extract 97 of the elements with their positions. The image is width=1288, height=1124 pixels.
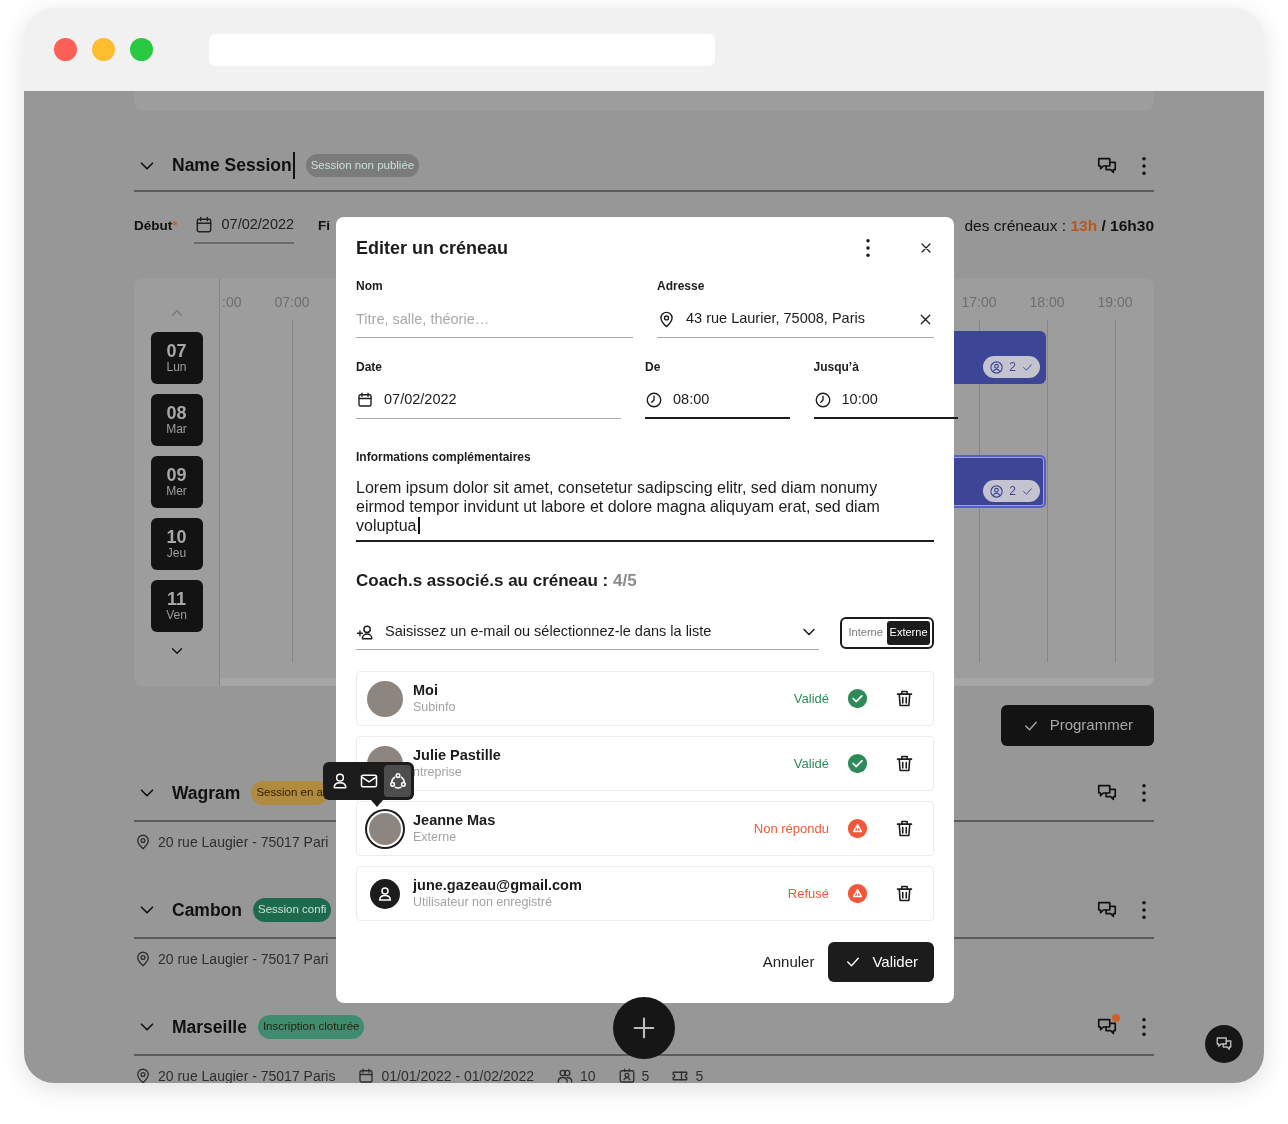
start-date-field[interactable]: 07/02/2022 [193, 208, 295, 244]
coach-name: june.gazeau@gmail.com [413, 876, 583, 894]
field-label: De [645, 359, 662, 376]
status-badge: Session confi [253, 898, 332, 922]
location-pin-icon [134, 833, 152, 851]
day-button[interactable]: 11 Ven [150, 580, 203, 632]
time-input[interactable]: 10:00 [841, 388, 958, 411]
kebab-icon [866, 239, 870, 257]
attendee-count: 2 [1009, 483, 1016, 500]
more-button[interactable] [1142, 1018, 1146, 1036]
calendar-icon [357, 1067, 376, 1083]
status-label: Non répondu [753, 819, 829, 838]
address-field[interactable]: 43 rue Laurier, 75008, Paris [657, 301, 934, 338]
session-title: Name Session [172, 152, 295, 179]
coach-subinfo: Utilisateur non enregistré [413, 894, 553, 911]
trash-icon [894, 753, 915, 774]
date-field[interactable]: 07/02/2022 [356, 382, 621, 419]
session-title: Wagram [172, 781, 241, 805]
calendar-icon [356, 391, 374, 409]
start-label: Début* [134, 216, 178, 235]
delete-button[interactable] [894, 688, 915, 709]
delete-button[interactable] [894, 818, 915, 839]
coach-search-input[interactable]: Saisissez un e-mail ou sélectionnez-le dans la liste [385, 621, 790, 643]
day-button[interactable]: 07 Lun [150, 332, 203, 384]
clock-icon [813, 390, 832, 409]
address-input[interactable]: 43 rue Laurier, 75008, Paris [686, 308, 907, 330]
session-address: 20 rue Laugier - 75017 Pari [158, 949, 329, 969]
location-pin-icon [134, 1067, 152, 1083]
coach-search-field[interactable]: Saisissez un e-mail ou sélectionnez-le dans la liste [356, 615, 820, 650]
more-button[interactable] [1142, 156, 1146, 175]
kebab-icon [1142, 901, 1146, 919]
session-title: Marseille [172, 1015, 247, 1039]
end-time-field[interactable]: 10:00 [813, 382, 958, 419]
end-label: Fi [318, 216, 331, 235]
coach-name: Moi [413, 681, 439, 699]
coach-name: Jeanne Mas [413, 811, 497, 829]
toggle-option[interactable]: Externe [887, 620, 930, 645]
field-label: Date [356, 359, 383, 376]
trash-icon [894, 688, 915, 709]
status-label: Refusé [787, 884, 829, 903]
participant-count: 10 [580, 1066, 596, 1083]
session-address: 20 rue Laugier - 75017 Paris [158, 1066, 336, 1083]
attendee-count: 2 [1009, 359, 1016, 376]
coach-name: Julie Pastille [413, 746, 502, 764]
coach-subinfo: ntreprise [413, 764, 463, 781]
location-pin-icon [134, 950, 152, 968]
delete-button[interactable] [894, 883, 915, 904]
field-label: Adresse [657, 278, 706, 295]
group-icon [387, 771, 408, 791]
trash-icon [894, 818, 915, 839]
clock-icon [645, 390, 663, 409]
day-button[interactable]: 09 Mer [150, 456, 203, 508]
chat-icon [1215, 1035, 1233, 1053]
kebab-icon [1142, 1018, 1146, 1036]
start-time-field[interactable]: 08:00 [645, 382, 790, 419]
session-address: 20 rue Laugier - 75017 Pari [158, 832, 329, 852]
location-pin-icon [657, 309, 676, 329]
status-badge: Inscription cloturée [257, 1015, 365, 1039]
confirm-button[interactable]: Valider [828, 942, 934, 982]
chat-button[interactable] [1205, 1025, 1243, 1063]
close-window-button[interactable] [54, 38, 77, 61]
status-badge: Session en a [251, 781, 328, 805]
coaches-heading: Coach.s associé.s au créneau : 4/5 [356, 570, 638, 592]
tooltip-option[interactable] [384, 765, 411, 797]
more-button[interactable] [1142, 901, 1146, 919]
status-badge: Session non publiée [305, 153, 420, 178]
session-dates: 01/01/2022 - 01/02/2022 [381, 1066, 535, 1083]
coach-subinfo: Subinfo [413, 699, 457, 716]
coach-subinfo: Externe [413, 829, 458, 846]
kebab-icon [1142, 784, 1146, 802]
mail-icon [358, 771, 379, 791]
cancel-button[interactable]: Annuler [748, 950, 829, 974]
session-title: Cambon [172, 898, 242, 922]
program-button[interactable]: Programmer [1000, 705, 1154, 746]
dialog-title: Editer un créneau [356, 236, 509, 260]
kebab-icon [1142, 156, 1146, 175]
field-label: Informations complémentaires [356, 449, 532, 466]
trash-icon [894, 883, 915, 904]
date-input[interactable]: 07/02/2022 [384, 389, 621, 411]
delete-button[interactable] [894, 753, 915, 774]
id-card-icon [617, 1067, 636, 1083]
field-label: Jusqu’à [813, 359, 860, 376]
day-button[interactable]: 08 Mar [150, 394, 203, 446]
status-label: Validé [793, 754, 829, 773]
field-label: Nom [356, 278, 384, 295]
time-input[interactable]: 08:00 [673, 388, 790, 411]
info-field[interactable]: Lorem ipsum dolor sit amet, consetetur sadipscing elitr, sed diam nonumy eirmod tempor invidunt ut labore et dolore magna aliquyam erat, sed diam voluptua [356, 478, 934, 542]
user-circle-icon [989, 359, 1005, 375]
duration-summary: des créneaux : 13h / 16h30 [964, 216, 1154, 237]
stat-count: 5 [641, 1066, 650, 1083]
stat-count: 5 [695, 1066, 704, 1083]
more-button[interactable] [866, 239, 870, 257]
more-button[interactable] [1142, 784, 1146, 802]
people-icon [556, 1067, 575, 1083]
day-button[interactable]: 10 Jeu [150, 518, 203, 570]
user-circle-icon [989, 483, 1005, 499]
status-label: Validé [793, 689, 829, 708]
